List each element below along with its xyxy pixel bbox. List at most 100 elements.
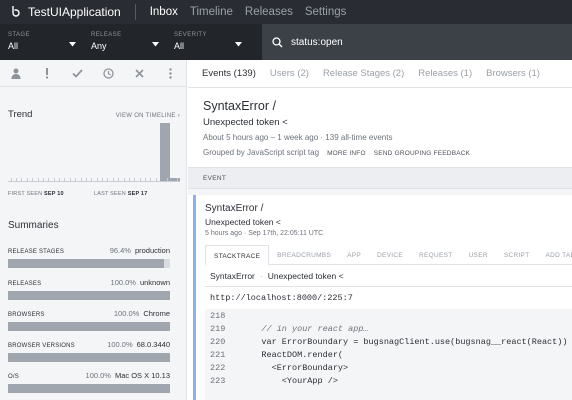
tab-events[interactable]: Events (139) xyxy=(202,68,256,79)
more-info-link[interactable]: MORE INFO xyxy=(327,150,366,157)
sidebar: Trend VIEW ON TIMELINE › FIRST SEEN SEP … xyxy=(0,60,187,400)
summary-value: Chrome xyxy=(143,309,170,318)
severity-button[interactable] xyxy=(31,60,62,87)
release-filter[interactable]: RELEASE Any xyxy=(83,24,166,60)
summary-release-stages[interactable]: RELEASE STAGES 96.4% production xyxy=(8,246,170,268)
line-number: 220 xyxy=(210,336,226,347)
line-code: var ErrorBoundary = bugsnagClient.use(bu… xyxy=(241,336,568,347)
summary-key: RELEASE STAGES xyxy=(8,249,65,255)
summary-bar-fill xyxy=(8,353,170,362)
stage-filter[interactable]: STAGE All xyxy=(0,24,83,60)
trend-chart xyxy=(8,123,180,182)
line-code: <YourApp /> xyxy=(241,375,338,386)
close-icon xyxy=(135,68,144,78)
stack-frame-file[interactable]: http://localhost:8000/:225:7 xyxy=(205,287,572,309)
trend-tick xyxy=(75,178,76,181)
nav-timeline[interactable]: Timeline xyxy=(190,6,233,18)
summary-percent: 100.0% xyxy=(107,340,133,349)
severity-filter-label: SEVERITY xyxy=(174,32,207,38)
summary-percent: 100.0% xyxy=(110,278,136,287)
tab-stacktrace[interactable]: STACKTRACE xyxy=(205,245,270,266)
tab-release-stages[interactable]: Release Stages (2) xyxy=(323,68,404,79)
tab-device[interactable]: DEVICE xyxy=(369,245,411,264)
frame-error-message: Unexpected token < xyxy=(267,270,344,281)
summary-key: BROWSER VERSIONS xyxy=(8,343,75,349)
line-number: 218 xyxy=(210,310,226,321)
trend-tick xyxy=(107,178,108,181)
code-line: 220 var ErrorBoundary = bugsnagClient.us… xyxy=(205,335,572,348)
tab-user[interactable]: USER xyxy=(461,245,496,264)
assign-user-button[interactable] xyxy=(0,60,31,87)
summary-bar xyxy=(8,259,170,268)
summary-key: BROWSERS xyxy=(8,312,45,318)
add-tab-button[interactable]: ADD TAB + xyxy=(537,245,572,264)
more-actions-button[interactable] xyxy=(155,60,186,87)
tab-breadcrumbs[interactable]: BREADCRUMBS xyxy=(269,245,339,264)
tab-script[interactable]: SCRIPT xyxy=(496,245,538,264)
code-line: 219 // in your react app… xyxy=(205,322,572,335)
search-input[interactable] xyxy=(291,36,551,48)
grouping-feedback-link[interactable]: SEND GROUPING FEEDBACK xyxy=(374,150,471,157)
tab-request[interactable]: REQUEST xyxy=(411,245,461,264)
tab-app[interactable]: APP xyxy=(339,245,369,264)
code-line: 218 xyxy=(205,309,572,322)
fix-button[interactable] xyxy=(62,60,93,87)
nav-releases[interactable]: Releases xyxy=(245,6,293,18)
tab-users[interactable]: Users (2) xyxy=(270,68,309,79)
summary-os[interactable]: O/S 100.0% Mac OS X 10.13 xyxy=(8,371,170,393)
error-message: Unexpected token < xyxy=(203,117,288,128)
trend-tick xyxy=(27,178,28,181)
summary-browsers[interactable]: BROWSERS 100.0% Chrome xyxy=(8,309,170,331)
nav-settings[interactable]: Settings xyxy=(305,6,347,18)
stage-filter-label: STAGE xyxy=(8,32,30,38)
event-title: SyntaxError / xyxy=(205,203,264,214)
view-on-timeline-link[interactable]: VIEW ON TIMELINE › xyxy=(116,113,180,119)
first-seen-date: SEP 10 xyxy=(44,191,64,197)
summary-value: 68.0.3440 xyxy=(136,340,170,349)
error-title: SyntaxError / xyxy=(203,99,276,113)
code-line: 223 <YourApp /> xyxy=(205,374,572,387)
ignore-button[interactable] xyxy=(124,60,155,87)
app-name[interactable]: TestUIApplication xyxy=(28,5,121,19)
chevron-down-icon xyxy=(69,42,76,47)
summary-bar xyxy=(8,353,170,362)
line-code: // in your react app… xyxy=(241,323,369,334)
exclamation-icon xyxy=(45,67,48,78)
summary-bar-fill xyxy=(8,384,170,393)
trend-bar xyxy=(160,123,170,181)
snooze-button[interactable] xyxy=(93,60,124,87)
chevron-down-icon xyxy=(152,42,159,47)
trend-tick xyxy=(167,178,168,181)
search-icon[interactable] xyxy=(272,36,283,48)
severity-filter[interactable]: SEVERITY All xyxy=(166,24,249,60)
nav-inbox[interactable]: Inbox xyxy=(150,6,178,18)
summary-bar-fill xyxy=(8,322,170,331)
stack-frame-header[interactable]: SyntaxError · Unexpected token < xyxy=(205,265,572,287)
release-filter-label: RELEASE xyxy=(91,32,122,38)
search-box[interactable] xyxy=(262,24,572,60)
summary-value: unknown xyxy=(139,278,170,287)
trend-tick xyxy=(177,178,178,181)
code-line: 221 ReactDOM.render( xyxy=(205,348,572,361)
summary-percent: 100.0% xyxy=(85,371,111,380)
last-seen-label: LAST SEEN xyxy=(94,191,126,197)
trend-tick xyxy=(81,178,82,181)
trend-tick xyxy=(11,178,12,181)
app-logo-icon[interactable] xyxy=(9,5,23,19)
chevron-down-icon xyxy=(235,42,242,47)
trend-tick xyxy=(59,178,60,181)
trend-tick xyxy=(156,178,157,181)
tab-releases[interactable]: Releases (1) xyxy=(418,68,472,79)
trend-tick xyxy=(48,178,49,181)
first-seen-label: FIRST SEEN xyxy=(8,191,43,197)
frame-error-class: SyntaxError xyxy=(210,270,255,281)
summaries-title: Summaries xyxy=(8,220,59,231)
trend-tick xyxy=(97,178,98,181)
event-section-header: EVENT xyxy=(188,167,572,189)
tab-browsers[interactable]: Browsers (1) xyxy=(486,68,540,79)
summary-value: production xyxy=(134,246,170,255)
summary-key: O/S xyxy=(8,374,19,380)
summary-releases[interactable]: RELEASES 100.0% unknown xyxy=(8,278,170,300)
summary-browser-versions[interactable]: BROWSER VERSIONS 100.0% 68.0.3440 xyxy=(8,340,170,362)
checkmark-icon xyxy=(72,68,83,78)
